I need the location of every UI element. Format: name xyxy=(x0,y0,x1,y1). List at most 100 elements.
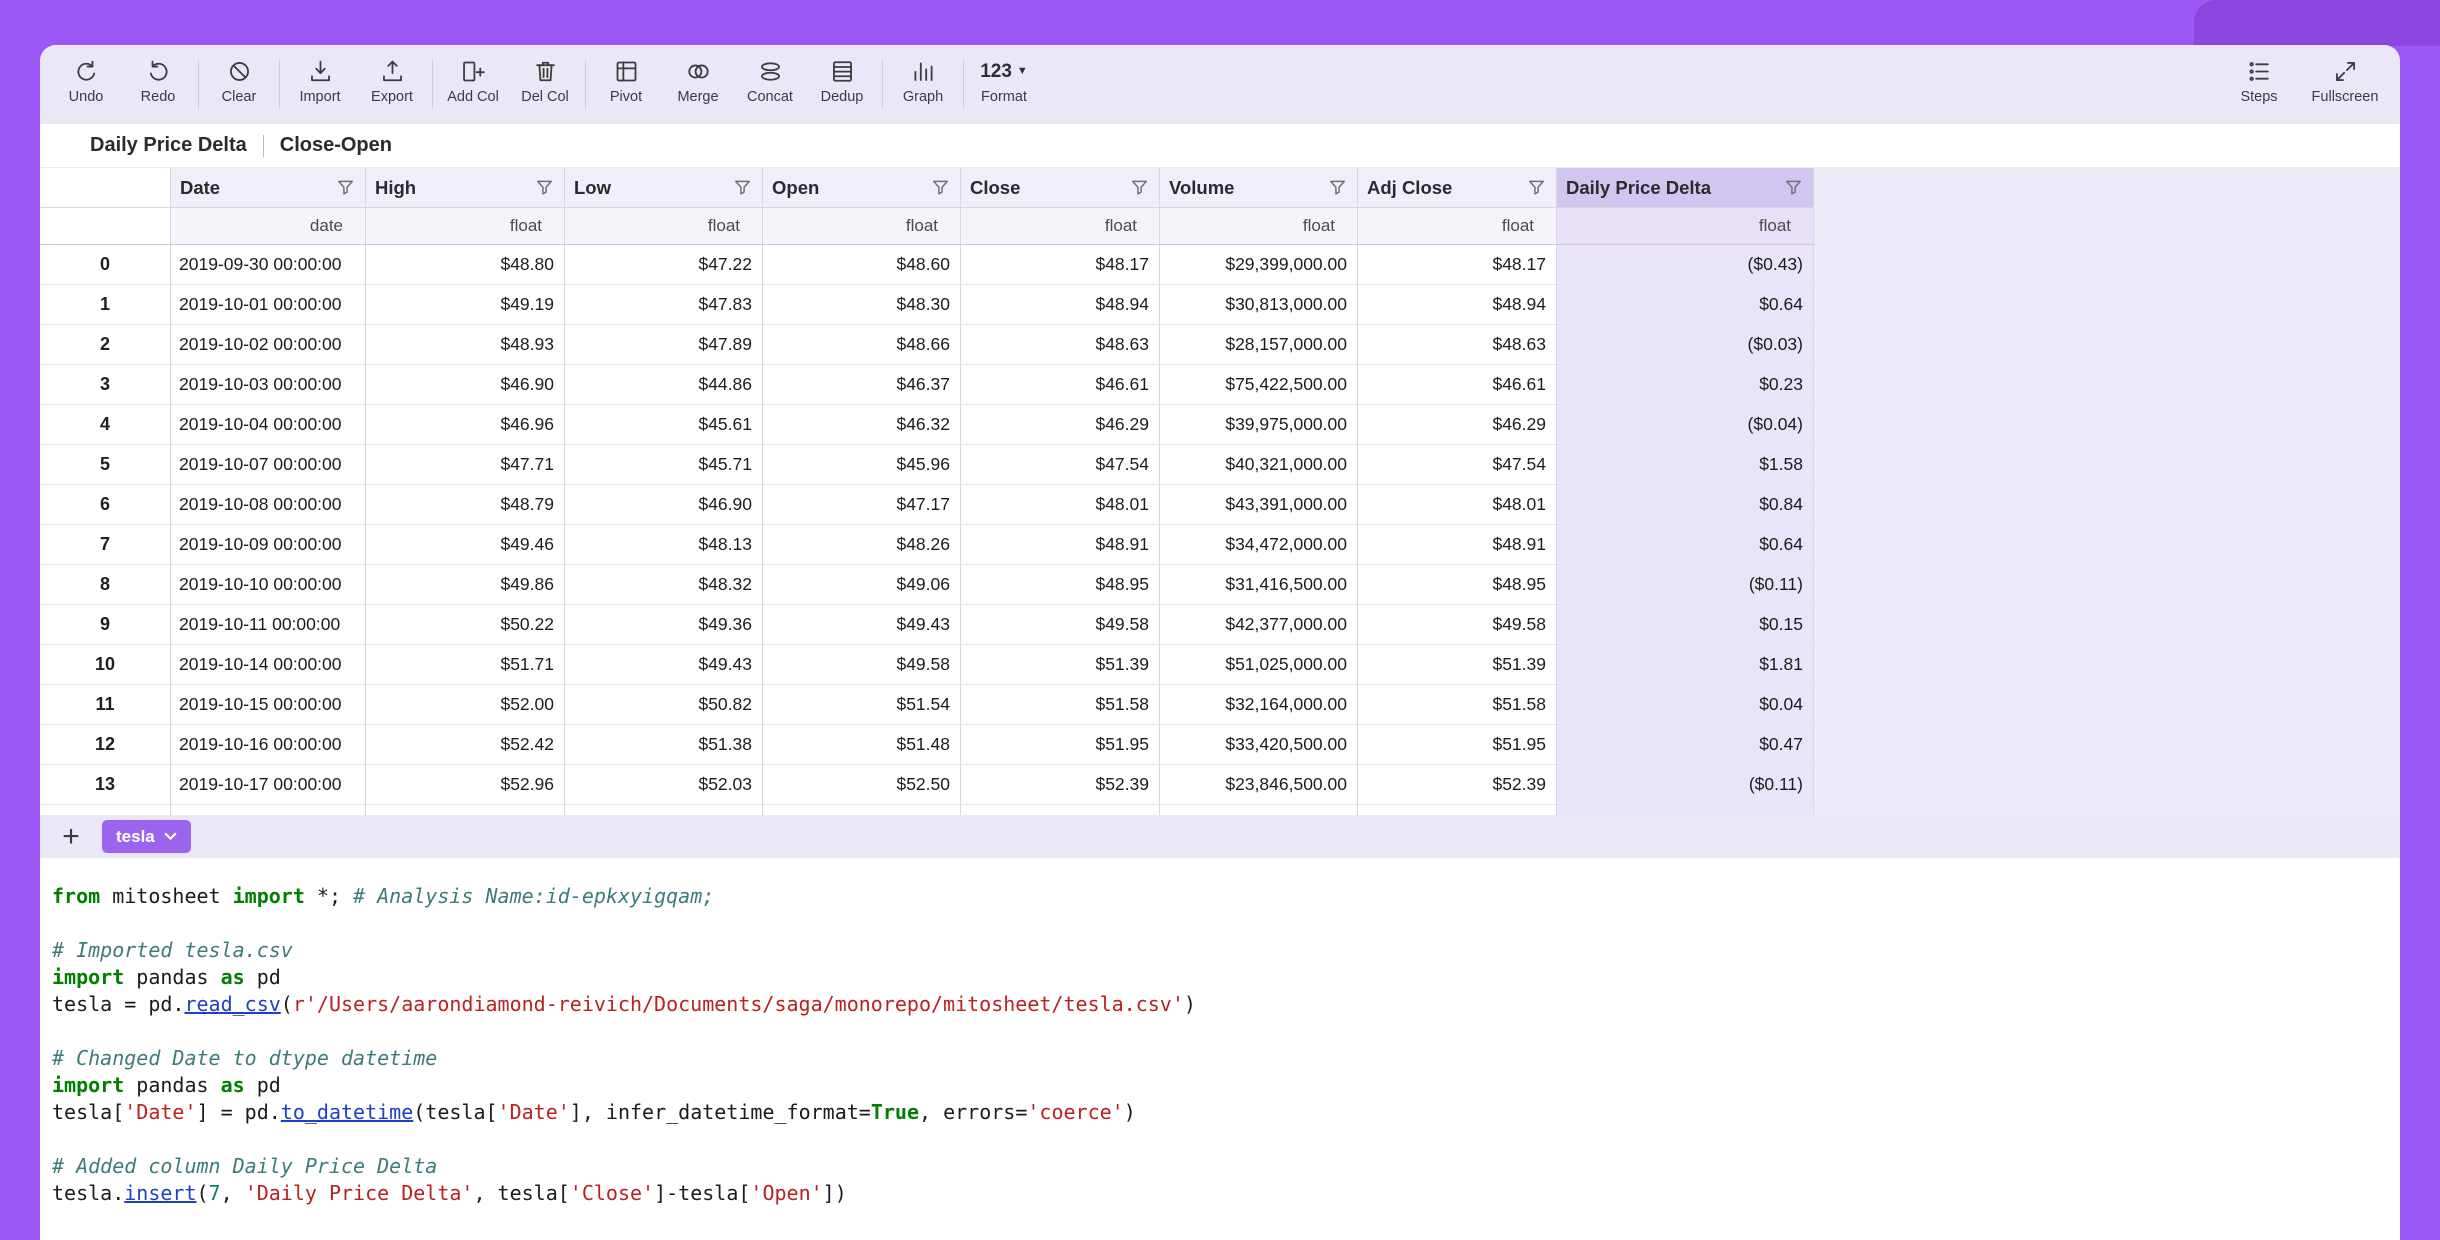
table-cell[interactable]: 2019-10-08 00:00:00 xyxy=(171,485,366,525)
table-cell[interactable]: $48.30 xyxy=(763,285,961,325)
table-cell[interactable]: $51.39 xyxy=(1358,645,1557,685)
table-cell[interactable]: $45.71 xyxy=(565,445,763,485)
table-cell[interactable]: $48.66 xyxy=(763,325,961,365)
toolbar-button-undo[interactable]: Undo xyxy=(50,45,122,124)
funnel-icon[interactable] xyxy=(1130,178,1149,197)
table-cell[interactable]: $49.36 xyxy=(565,605,763,645)
row-index[interactable]: 6 xyxy=(40,485,171,525)
row-index[interactable]: 10 xyxy=(40,645,171,685)
table-cell[interactable]: $42,377,000.00 xyxy=(1160,605,1358,645)
funnel-icon[interactable] xyxy=(733,178,752,197)
toolbar-button-fullscreen[interactable]: Fullscreen xyxy=(2302,45,2388,124)
table-cell[interactable]: $1.81 xyxy=(1557,645,1814,685)
table-cell[interactable]: $52.39 xyxy=(961,765,1160,805)
table-cell[interactable]: $52.39 xyxy=(1358,765,1557,805)
column-header-high[interactable]: High xyxy=(366,168,565,208)
table-cell[interactable]: $28,157,000.00 xyxy=(1160,325,1358,365)
table-cell[interactable]: $51.54 xyxy=(763,685,961,725)
table-cell[interactable]: $50.82 xyxy=(565,685,763,725)
toolbar-button-format[interactable]: 123▼Format xyxy=(968,45,1040,124)
table-cell[interactable]: $46.90 xyxy=(366,365,565,405)
table-cell[interactable]: 2019-10-01 00:00:00 xyxy=(171,285,366,325)
add-sheet-button[interactable]: + xyxy=(54,820,88,854)
table-cell[interactable]: $51.38 xyxy=(565,725,763,765)
table-cell[interactable]: $46.61 xyxy=(1358,365,1557,405)
table-cell[interactable]: $0.15 xyxy=(1557,605,1814,645)
table-cell[interactable]: $47.22 xyxy=(565,245,763,285)
table-cell[interactable]: 2019-10-07 00:00:00 xyxy=(171,445,366,485)
table-cell[interactable]: $51.39 xyxy=(961,805,1160,815)
table-cell[interactable]: $49.58 xyxy=(763,645,961,685)
table-cell[interactable]: $46.37 xyxy=(763,365,961,405)
toolbar-button-merge[interactable]: Merge xyxy=(662,45,734,124)
funnel-icon[interactable] xyxy=(1527,178,1546,197)
table-cell[interactable]: 2019-10-10 00:00:00 xyxy=(171,565,366,605)
funnel-icon[interactable] xyxy=(336,178,355,197)
table-cell[interactable]: $48.60 xyxy=(763,245,961,285)
toolbar-button-clear[interactable]: Clear xyxy=(203,45,275,124)
table-cell[interactable]: $51.58 xyxy=(961,685,1160,725)
table-cell[interactable]: $48.63 xyxy=(1358,325,1557,365)
row-index[interactable]: 8 xyxy=(40,565,171,605)
table-cell[interactable]: $46.90 xyxy=(565,485,763,525)
table-cell[interactable]: $46.61 xyxy=(961,365,1160,405)
table-cell[interactable]: ($0.43) xyxy=(1557,245,1814,285)
column-header-date[interactable]: Date xyxy=(171,168,366,208)
column-header-close[interactable]: Close xyxy=(961,168,1160,208)
table-cell[interactable]: 2019-10-02 00:00:00 xyxy=(171,325,366,365)
table-cell[interactable]: 2019-10-15 00:00:00 xyxy=(171,685,366,725)
table-cell[interactable]: $52.50 xyxy=(763,765,961,805)
table-cell[interactable]: $49.58 xyxy=(961,605,1160,645)
table-cell[interactable]: 2019-10-09 00:00:00 xyxy=(171,525,366,565)
table-cell[interactable]: $33,420,500.00 xyxy=(1160,725,1358,765)
table-cell[interactable]: $48.95 xyxy=(1358,565,1557,605)
table-cell[interactable]: $47.54 xyxy=(1358,445,1557,485)
funnel-icon[interactable] xyxy=(931,178,950,197)
table-cell[interactable]: $0.47 xyxy=(1557,725,1814,765)
row-index[interactable]: 7 xyxy=(40,525,171,565)
row-index[interactable]: 4 xyxy=(40,405,171,445)
table-cell[interactable]: ($0.03) xyxy=(1557,325,1814,365)
table-cell[interactable]: $51.71 xyxy=(366,645,565,685)
sheet-tab-tesla[interactable]: tesla xyxy=(102,820,191,853)
table-cell[interactable]: $75,422,500.00 xyxy=(1160,365,1358,405)
table-cell[interactable]: $49.86 xyxy=(366,565,565,605)
funnel-icon[interactable] xyxy=(1328,178,1347,197)
table-cell[interactable]: $46.29 xyxy=(1358,405,1557,445)
table-cell[interactable]: $0.64 xyxy=(1557,285,1814,325)
table-cell[interactable]: $47.54 xyxy=(961,445,1160,485)
table-cell[interactable]: $48.95 xyxy=(961,565,1160,605)
toolbar-button-export[interactable]: Export xyxy=(356,45,428,124)
table-cell[interactable]: ($0.75) xyxy=(1557,805,1814,815)
table-cell[interactable]: $49.43 xyxy=(565,645,763,685)
table-cell[interactable]: $48.80 xyxy=(366,245,565,285)
table-cell[interactable]: $48.17 xyxy=(1358,245,1557,285)
table-cell[interactable]: 2019-10-11 00:00:00 xyxy=(171,605,366,645)
table-cell[interactable]: $51.48 xyxy=(763,725,961,765)
table-cell[interactable]: 2019-10-14 00:00:00 xyxy=(171,645,366,685)
table-cell[interactable]: $23,846,500.00 xyxy=(1160,765,1358,805)
table-cell[interactable]: ($0.11) xyxy=(1557,565,1814,605)
table-cell[interactable]: $51,025,000.00 xyxy=(1160,645,1358,685)
column-header-low[interactable]: Low xyxy=(565,168,763,208)
table-cell[interactable]: 2019-10-18 00:00:00 xyxy=(171,805,366,815)
table-cell[interactable]: $48.32 xyxy=(565,565,763,605)
table-cell[interactable]: $47.89 xyxy=(565,325,763,365)
table-cell[interactable]: $49.19 xyxy=(366,285,565,325)
table-cell[interactable]: ($0.11) xyxy=(1557,765,1814,805)
table-cell[interactable]: $48.26 xyxy=(763,525,961,565)
row-index[interactable]: 11 xyxy=(40,685,171,725)
table-cell[interactable]: $38,749,000.00 xyxy=(1160,805,1358,815)
table-cell[interactable]: $45.96 xyxy=(763,445,961,485)
table-cell[interactable]: $49.46 xyxy=(366,525,565,565)
table-cell[interactable]: $51.03 xyxy=(565,805,763,815)
table-cell[interactable]: $48.93 xyxy=(366,325,565,365)
table-cell[interactable]: $32,164,000.00 xyxy=(1160,685,1358,725)
table-cell[interactable]: $52.03 xyxy=(565,765,763,805)
toolbar-button-graph[interactable]: Graph xyxy=(887,45,959,124)
table-cell[interactable]: $29,399,000.00 xyxy=(1160,245,1358,285)
table-cell[interactable]: $51.95 xyxy=(961,725,1160,765)
toolbar-button-add-col[interactable]: Add Col xyxy=(437,45,509,124)
column-header-volume[interactable]: Volume xyxy=(1160,168,1358,208)
table-cell[interactable]: $51.39 xyxy=(1358,805,1557,815)
